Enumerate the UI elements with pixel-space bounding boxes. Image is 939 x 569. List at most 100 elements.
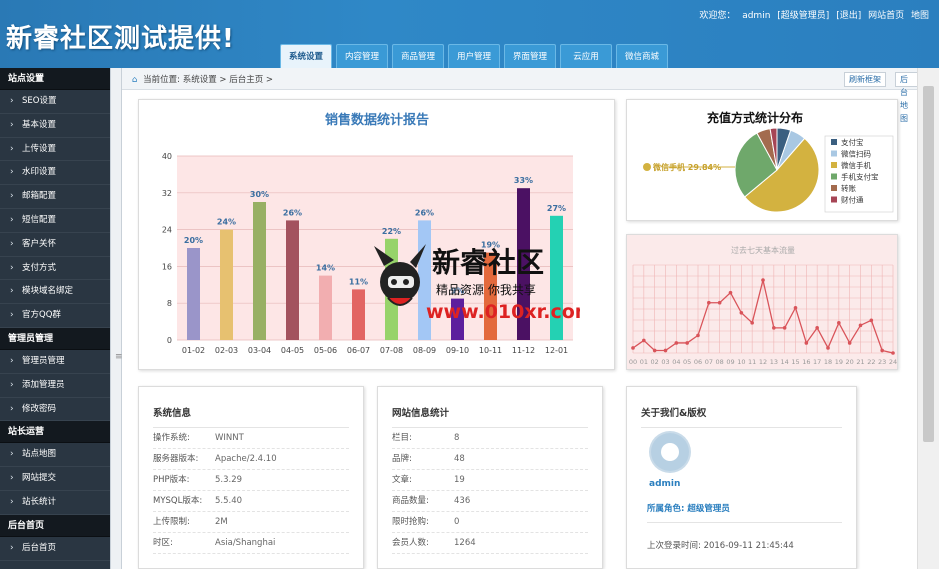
data-point xyxy=(869,318,874,323)
tab-0[interactable]: 系统设置 xyxy=(280,44,332,68)
sidebar-item[interactable]: › 网站提交 xyxy=(0,467,110,491)
watermark-url: www.010xr.com xyxy=(426,301,580,323)
bar-data-label: 26% xyxy=(415,208,434,217)
about-title: 关于我们&版权 xyxy=(641,405,842,428)
x-tick-label: 04 xyxy=(672,358,680,366)
x-tick-label: 22 xyxy=(867,358,875,366)
legend-label: 微信扫码 xyxy=(841,149,871,159)
home-icon[interactable]: ⌂ xyxy=(132,75,137,85)
data-point xyxy=(858,323,863,328)
sidebar-item-label: 网站提交 xyxy=(22,473,57,484)
bar-data-label: 26% xyxy=(283,208,302,217)
info-row: MYSQL版本: 5.5.40 xyxy=(153,491,349,512)
bar-chart-title: 销售数据统计报告 xyxy=(325,112,429,128)
avatar xyxy=(649,431,691,473)
map-link[interactable]: 地图 xyxy=(911,11,929,21)
sidebar-item-label: 添加管理员 xyxy=(22,379,65,390)
sidebar-section-title[interactable]: 后台首页 xyxy=(0,514,110,537)
sidebar-item[interactable]: › 修改密码 xyxy=(0,398,110,422)
sidebar-section-title[interactable]: 管理员管理 xyxy=(0,327,110,350)
tab-3[interactable]: 用户管理 xyxy=(448,44,500,68)
vertical-scrollbar[interactable] xyxy=(917,68,939,569)
y-tick-label: 24 xyxy=(162,226,172,235)
tab-1[interactable]: 内容管理 xyxy=(336,44,388,68)
bar xyxy=(220,229,233,340)
sidebar-item[interactable]: › 官方QQ群 xyxy=(0,304,110,328)
legend-label: 微信手机 xyxy=(841,160,871,170)
sidebar-item[interactable]: › 模块域名绑定 xyxy=(0,280,110,305)
sidebar: 站点设置 › SEO设置 › 基本设置 › 上传设置 › 水印设置 › 邮箱配置 › 短信配置 › 客户关怀… xyxy=(0,68,110,569)
site-home-link[interactable]: 网站首页 xyxy=(868,11,904,21)
bar-data-label: 11% xyxy=(349,277,368,286)
data-point xyxy=(772,326,776,330)
tab-5[interactable]: 云应用 xyxy=(560,44,612,68)
splitter-handle-icon[interactable]: ≡ xyxy=(115,352,123,368)
x-tick-label: 01 xyxy=(640,358,648,366)
info-row: 栏目: 8 xyxy=(392,428,588,449)
x-tick-label: 11-12 xyxy=(512,346,535,355)
sidebar-item[interactable]: › 添加管理员 xyxy=(0,374,110,398)
sidebar-section-title[interactable]: 站点设置 xyxy=(0,68,110,90)
tab-2[interactable]: 商品管理 xyxy=(392,44,444,68)
sidebar-item[interactable]: › 站点地图 xyxy=(0,443,110,468)
refresh-frame-button[interactable]: 刷新框架 xyxy=(844,72,886,87)
tab-4[interactable]: 界面管理 xyxy=(504,44,556,68)
tab-6[interactable]: 微信商城 xyxy=(616,44,668,68)
y-tick-label: 0 xyxy=(167,336,172,345)
site-stats-panel: 网站信息统计 栏目: 8 品牌: 48 文章: 19 商品数量: 436 限时抢购: 0 会员人数:… xyxy=(377,386,603,569)
sidebar-item-label: 上传设置 xyxy=(22,143,57,154)
sales-chart-panel: 销售数据统计报告 0 8 16 24 32 40 20% 01-02 24% 02-03 30% 03-… xyxy=(138,99,615,370)
bar-data-label: 30% xyxy=(250,190,269,199)
admin-name[interactable]: admin xyxy=(649,479,680,489)
sidebar-item[interactable]: › 水印设置 xyxy=(0,161,110,186)
admin-map-button[interactable]: 后台地图 xyxy=(895,72,917,123)
logout-link[interactable]: [退出] xyxy=(836,11,861,21)
x-tick-label: 11 xyxy=(748,358,756,366)
sidebar-item[interactable]: › 支付方式 xyxy=(0,257,110,281)
info-key: 品牌: xyxy=(392,454,412,464)
sidebar-item[interactable]: › 管理员管理 xyxy=(0,350,110,374)
sidebar-item[interactable]: › 上传设置 xyxy=(0,138,110,162)
sidebar-item[interactable]: › 短信配置 xyxy=(0,209,110,233)
info-value: 48 xyxy=(454,454,465,464)
bar xyxy=(187,248,200,340)
x-tick-label: 09-10 xyxy=(446,346,469,355)
data-point xyxy=(837,321,841,325)
chevron-right-icon: › xyxy=(10,191,14,202)
username[interactable]: admin xyxy=(742,11,770,21)
bar-data-label: 33% xyxy=(514,176,533,185)
about-panel: 关于我们&版权 admin 所属角色: 超级管理员 上次登录时间: 2016-0… xyxy=(626,386,857,569)
sidebar-splitter[interactable]: ≡ xyxy=(110,68,123,569)
pie-callout-label: 微信手机 29.84% xyxy=(652,162,721,172)
x-tick-label: 09 xyxy=(726,358,734,366)
sidebar-item[interactable]: › 后台首页 xyxy=(0,537,110,561)
info-row: PHP版本: 5.3.29 xyxy=(153,470,349,491)
chevron-right-icon: › xyxy=(10,355,14,366)
sidebar-item[interactable]: › 客户关怀 xyxy=(0,233,110,257)
sidebar-item[interactable]: › 基本设置 xyxy=(0,114,110,138)
sidebar-item[interactable]: › 邮箱配置 xyxy=(0,185,110,209)
welcome-text: 欢迎您： xyxy=(699,11,736,21)
last-login: 上次登录时间: 2016-09-11 21:45:44 xyxy=(647,541,794,551)
data-point xyxy=(707,300,711,305)
info-row: 文章: 19 xyxy=(392,470,588,491)
legend-label: 支付宝 xyxy=(841,137,864,147)
info-key: PHP版本: xyxy=(153,475,190,485)
y-tick-label: 16 xyxy=(162,262,172,271)
data-point xyxy=(826,346,830,350)
sidebar-section-title[interactable]: 站长运营 xyxy=(0,421,110,444)
chevron-right-icon: › xyxy=(10,119,14,130)
x-tick-label: 08-09 xyxy=(413,346,436,355)
legend-label: 财付通 xyxy=(841,195,864,205)
info-key: 商品数量: xyxy=(392,496,429,506)
info-key: 文章: xyxy=(392,475,412,485)
sidebar-item[interactable]: › 站长统计 xyxy=(0,491,110,515)
chevron-right-icon: › xyxy=(10,167,14,178)
sidebar-item-label: 修改密码 xyxy=(22,403,57,414)
sidebar-item[interactable]: › SEO设置 xyxy=(0,90,110,114)
site-stats-title: 网站信息统计 xyxy=(392,405,588,428)
top-header: 新睿社区测试提供! 欢迎您： admin [超级管理员] [退出] 网站首页 地… xyxy=(0,0,939,68)
sidebar-item-label: 站长统计 xyxy=(22,496,57,507)
scrollbar-thumb[interactable] xyxy=(923,86,934,442)
pie-chart-title: 充值方式统计分布 xyxy=(707,110,803,125)
